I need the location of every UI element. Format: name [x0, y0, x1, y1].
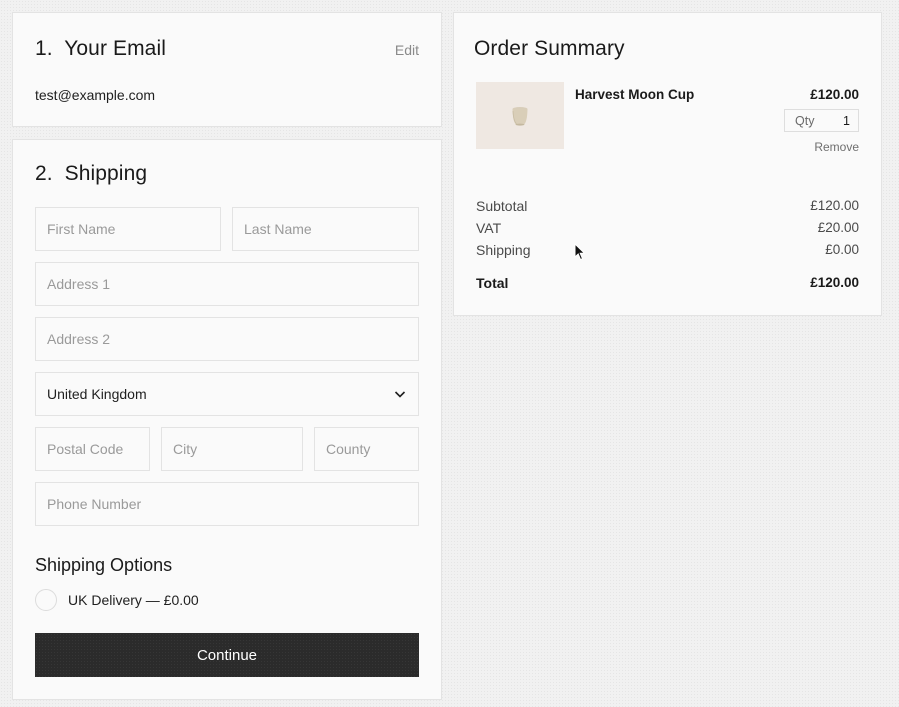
totals-amount: £0.00 — [825, 242, 859, 257]
totals-label: Subtotal — [476, 198, 528, 214]
email-section-number: 1. — [35, 37, 53, 60]
country-select[interactable]: United Kingdom — [35, 372, 419, 416]
total-label: Total — [476, 275, 509, 291]
shipping-section-label: Shipping — [64, 162, 148, 185]
shipping-section-title: 2. Shipping — [35, 162, 147, 186]
shipping-option-uk-delivery[interactable]: UK Delivery — £0.00 — [35, 589, 199, 611]
address2-input[interactable] — [35, 317, 419, 361]
totals-label: Shipping — [476, 242, 531, 258]
county-input[interactable] — [314, 427, 419, 471]
remove-item-link[interactable]: Remove — [814, 140, 859, 154]
shipping-options-title: Shipping Options — [35, 555, 173, 575]
phone-input[interactable] — [35, 482, 419, 526]
mouse-cursor-icon — [574, 243, 586, 261]
first-name-input[interactable] — [35, 207, 221, 251]
city-input[interactable] — [161, 427, 303, 471]
subtotal-row: Subtotal £120.00 — [476, 198, 859, 214]
email-card: 1. Your Email Edit test@example.com — [12, 12, 442, 127]
product-name: Harvest Moon Cup — [575, 87, 695, 102]
quantity-stepper[interactable]: Qty 1 — [784, 109, 859, 132]
chevron-down-icon — [394, 391, 406, 398]
shipping-option-label: UK Delivery — £0.00 — [68, 592, 199, 608]
qty-label: Qty — [795, 113, 815, 128]
radio-button[interactable] — [35, 589, 57, 611]
qty-value[interactable]: 1 — [843, 114, 850, 128]
address1-input[interactable] — [35, 262, 419, 306]
vat-row: VAT £20.00 — [476, 220, 859, 236]
email-section-title: 1. Your Email — [35, 37, 166, 61]
postal-code-input[interactable] — [35, 427, 150, 471]
product-price: £120.00 — [810, 87, 859, 102]
last-name-input[interactable] — [232, 207, 419, 251]
continue-button[interactable]: Continue — [35, 633, 419, 677]
email-value: test@example.com — [35, 87, 156, 103]
cup-icon — [512, 107, 528, 126]
order-summary-card: Order Summary Harvest Moon Cup £120.00 Q… — [453, 12, 882, 316]
totals-label: VAT — [476, 220, 502, 236]
country-select-value: United Kingdom — [47, 386, 147, 402]
shipping-card: 2. Shipping United Kingdom Shipping Opti… — [12, 139, 442, 700]
total-amount: £120.00 — [810, 275, 859, 290]
total-row: Total £120.00 — [476, 275, 859, 291]
totals-amount: £20.00 — [817, 220, 859, 235]
edit-email-link[interactable]: Edit — [395, 42, 419, 58]
shipping-cost-row: Shipping £0.00 — [476, 242, 859, 258]
email-section-label: Your Email — [64, 37, 166, 60]
order-summary-title: Order Summary — [474, 37, 625, 60]
shipping-section-number: 2. — [35, 162, 53, 185]
product-image — [476, 82, 564, 149]
totals-amount: £120.00 — [810, 198, 859, 213]
